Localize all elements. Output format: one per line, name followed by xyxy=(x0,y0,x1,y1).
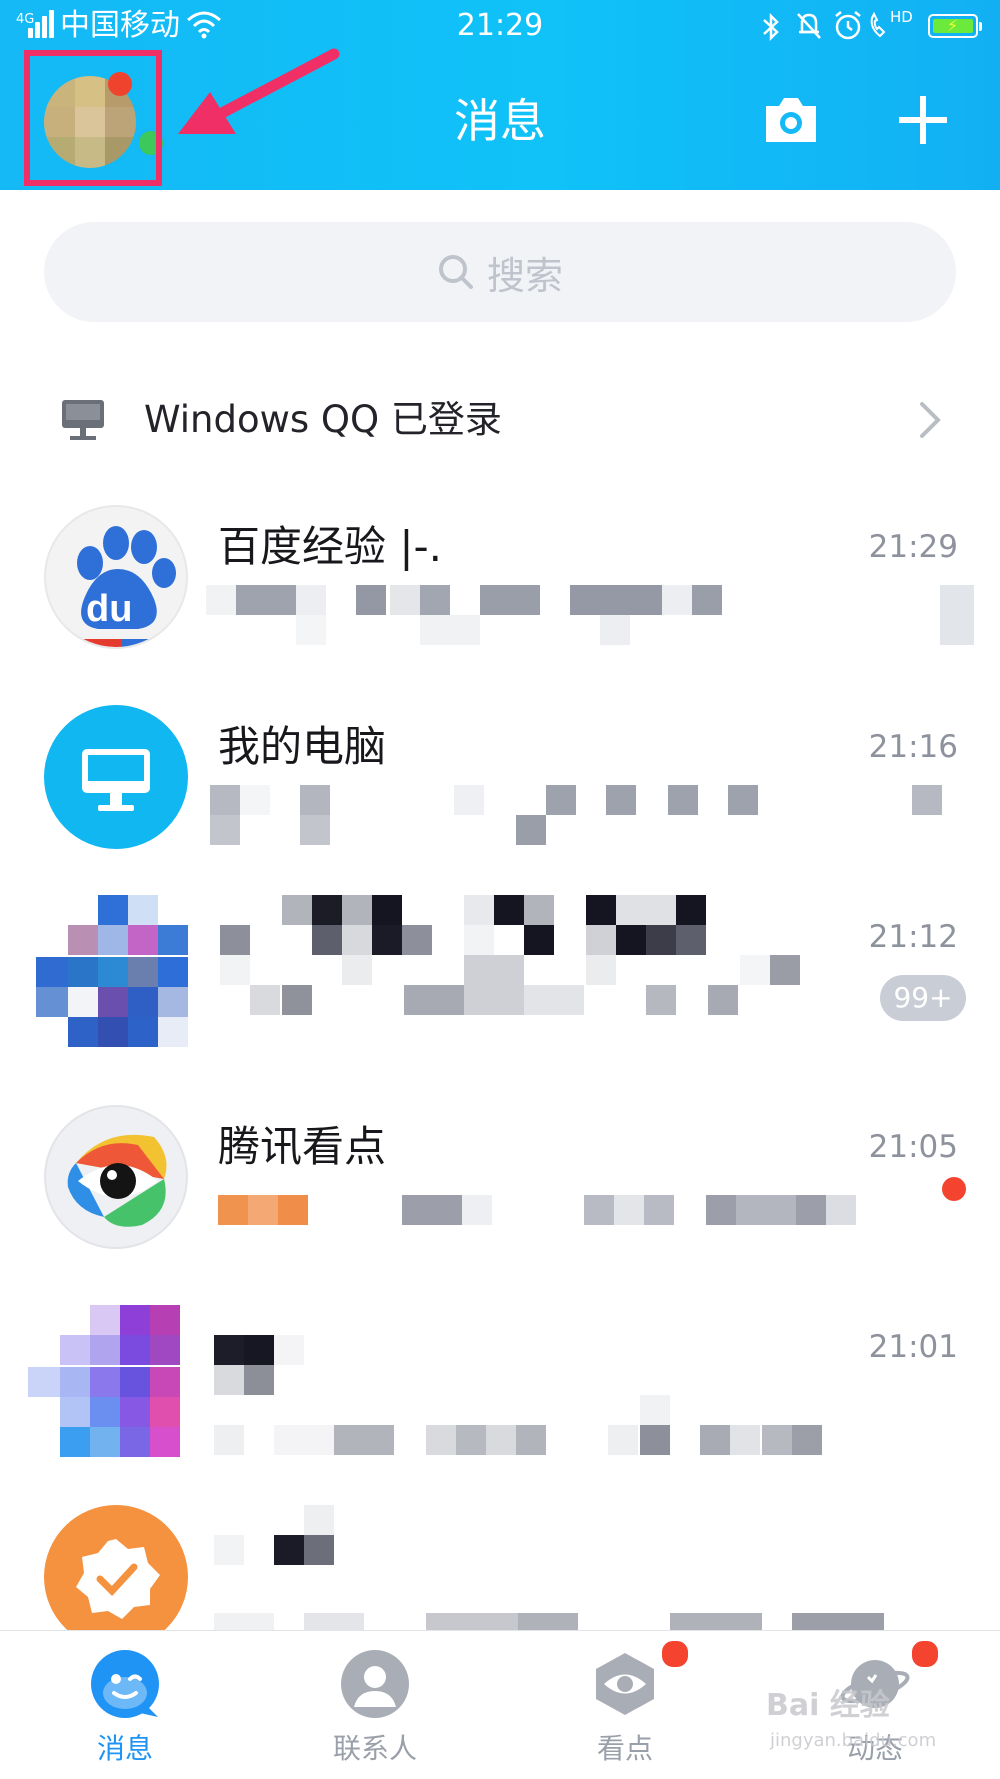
pc-login-row[interactable]: Windows QQ 已登录 xyxy=(0,370,1000,470)
chat-row[interactable]: 21:01 xyxy=(0,1305,1000,1505)
chat-time: 21:01 xyxy=(868,1329,958,1365)
chat-row[interactable]: 21:12 99+ xyxy=(0,895,1000,1095)
tab-label: 看点 xyxy=(596,1732,653,1765)
verified-badge-icon xyxy=(44,1505,188,1630)
bluetooth-icon xyxy=(763,12,779,42)
chat-time: 21:05 xyxy=(868,1129,958,1165)
watermark-url: jingyan.baidu.com xyxy=(770,1730,937,1751)
monitor-icon xyxy=(62,400,104,440)
search-bar[interactable]: 搜索 xyxy=(44,222,956,322)
unread-count-badge: 99+ xyxy=(880,975,966,1021)
qq-penguin-icon xyxy=(91,1650,159,1718)
unread-dot xyxy=(942,1177,966,1201)
svg-text:du: du xyxy=(86,588,132,630)
eye-icon xyxy=(44,1105,188,1249)
eye-icon xyxy=(596,1653,654,1715)
chat-name: 我的电脑 xyxy=(218,722,387,771)
tab-label: 联系人 xyxy=(332,1732,417,1765)
baidu-paw-icon: du xyxy=(44,505,188,649)
battery-icon: ⚡ xyxy=(928,14,982,38)
chat-row[interactable]: du 百度经验 |-. 21:29 xyxy=(0,505,1000,705)
tab-contacts[interactable]: 联系人 xyxy=(250,1631,500,1779)
hd-label: HD xyxy=(890,8,913,26)
tab-messages[interactable]: 消息 xyxy=(0,1631,250,1779)
chat-name: 腾讯看点 xyxy=(218,1122,387,1171)
tab-notification-dot xyxy=(660,1639,690,1669)
chat-time: 21:12 xyxy=(868,919,958,955)
watermark: Bai 经验 xyxy=(766,1688,890,1723)
tab-notification-dot xyxy=(910,1639,940,1669)
plus-icon[interactable] xyxy=(895,92,951,148)
page-title: 消息 xyxy=(454,94,546,148)
chevron-right-icon xyxy=(920,402,941,438)
camera-icon[interactable] xyxy=(762,92,820,148)
chat-name: 百度经验 |-. xyxy=(218,522,443,571)
search-icon xyxy=(438,255,473,289)
alarm-clock-icon xyxy=(835,11,861,40)
chat-time: 21:16 xyxy=(868,729,958,765)
tab-label: 消息 xyxy=(96,1732,153,1765)
chat-row[interactable]: 我的电脑 21:16 xyxy=(0,705,1000,905)
group-avatar-pixelated xyxy=(36,895,192,1051)
contacts-icon xyxy=(341,1650,409,1718)
pc-login-label: Windows QQ 已登录 xyxy=(144,398,502,441)
computer-icon xyxy=(44,705,188,849)
chat-time: 21:29 xyxy=(868,529,958,565)
chat-row[interactable]: 腾讯看点 21:05 xyxy=(0,1105,1000,1305)
chat-row[interactable] xyxy=(0,1505,1000,1630)
mute-bell-icon xyxy=(797,13,821,39)
search-placeholder: 搜索 xyxy=(486,253,563,298)
contact-avatar-pixelated xyxy=(28,1305,188,1461)
tab-kandian[interactable]: 看点 xyxy=(500,1631,750,1779)
